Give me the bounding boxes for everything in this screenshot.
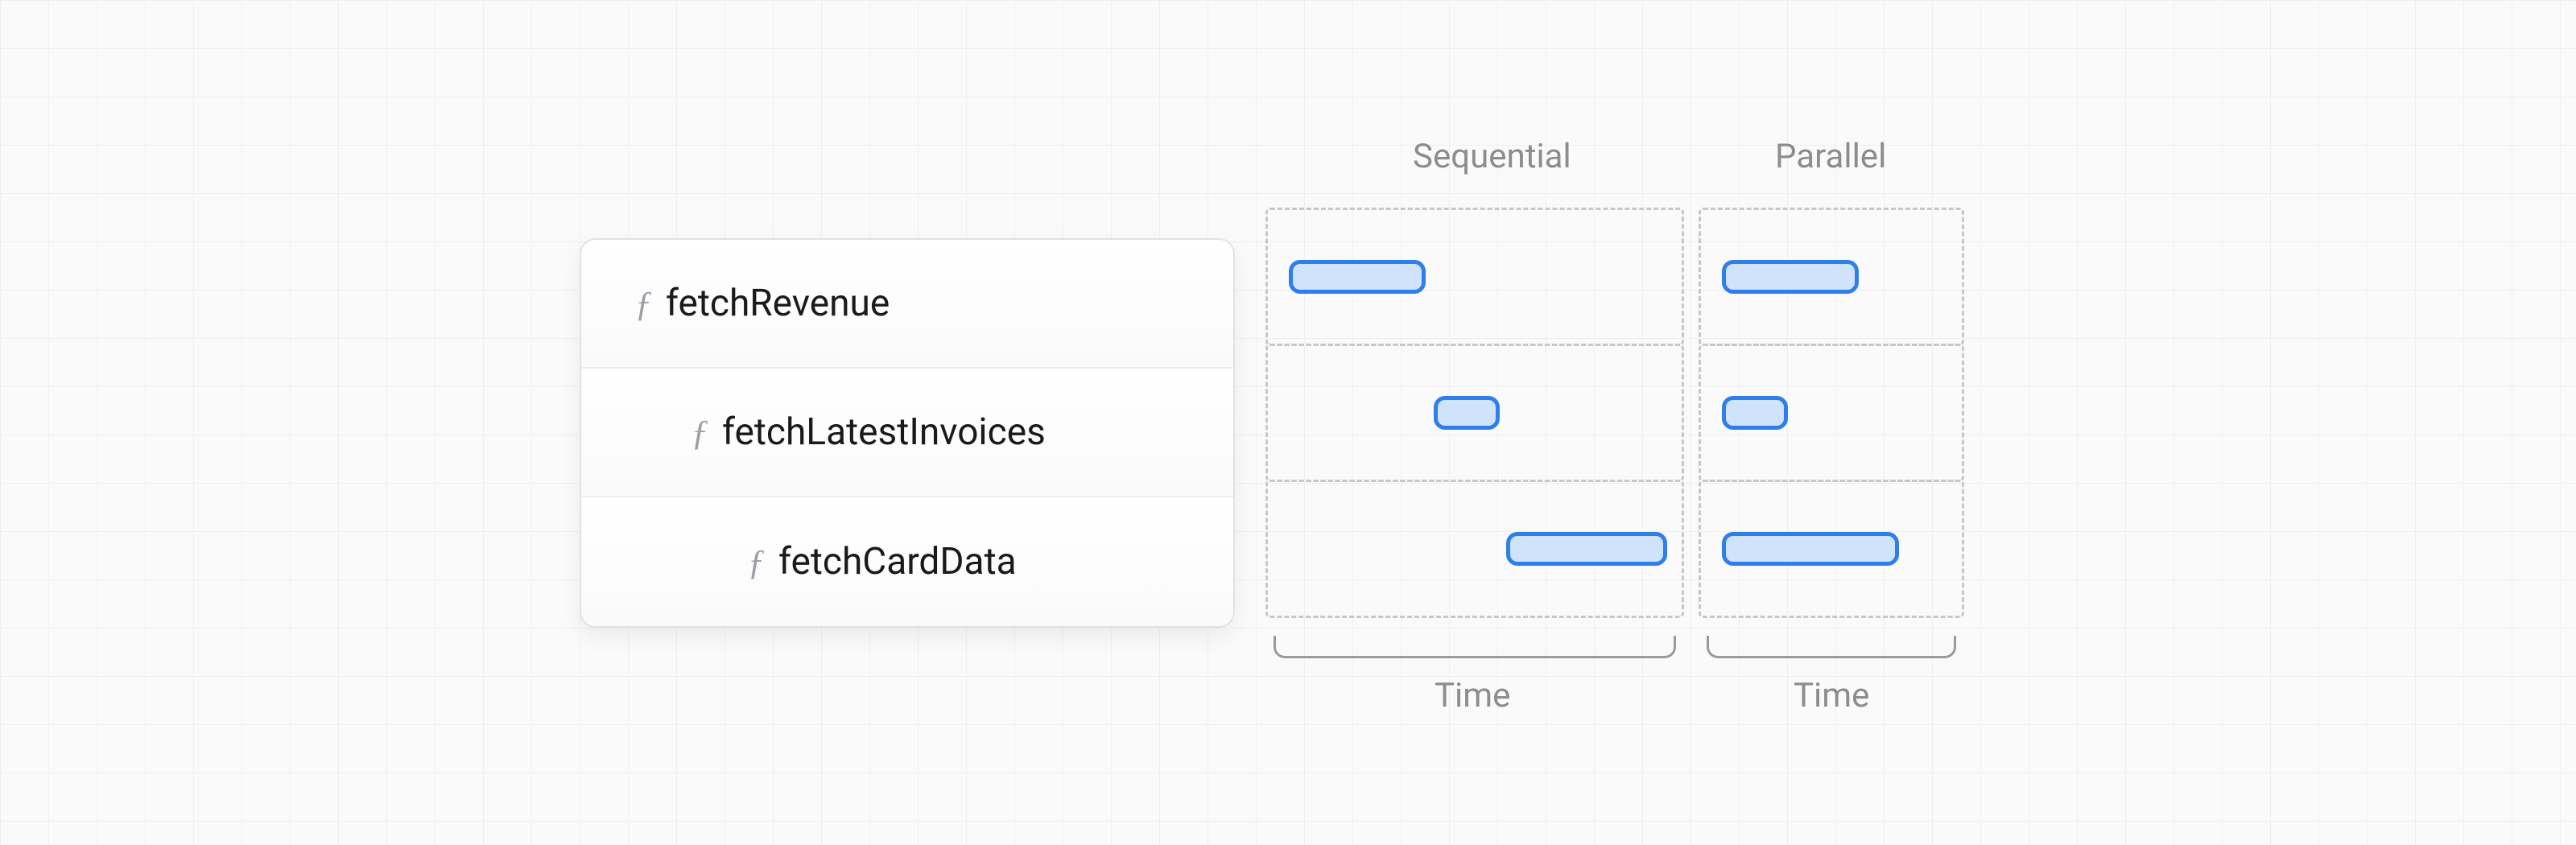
time-bracket bbox=[1274, 636, 1676, 658]
timeline-row bbox=[1699, 208, 1964, 346]
timeline-bar bbox=[1506, 532, 1667, 566]
timeline-row bbox=[1699, 344, 1964, 482]
timeline-bar bbox=[1289, 260, 1426, 294]
sequential-heading: Sequential bbox=[1413, 137, 1571, 176]
function-row: ƒ fetchCardData bbox=[581, 497, 1233, 626]
time-label: Time bbox=[1794, 676, 1869, 715]
function-list-panel: ƒ fetchRevenue ƒ fetchLatestInvoices ƒ f… bbox=[580, 238, 1235, 628]
timeline-bar bbox=[1722, 396, 1788, 430]
timeline-row bbox=[1265, 480, 1684, 618]
parallel-timeline bbox=[1699, 208, 1964, 616]
timeline-bar bbox=[1722, 260, 1859, 294]
function-icon: ƒ bbox=[621, 283, 666, 324]
function-icon: ƒ bbox=[734, 542, 778, 583]
sequential-timeline bbox=[1265, 208, 1684, 616]
timeline-row bbox=[1265, 344, 1684, 482]
function-row: ƒ fetchRevenue bbox=[581, 240, 1233, 369]
timeline-bar bbox=[1434, 396, 1500, 430]
parallel-heading: Parallel bbox=[1775, 137, 1886, 176]
time-label: Time bbox=[1435, 676, 1510, 715]
function-name: fetchRevenue bbox=[666, 282, 890, 325]
function-name: fetchLatestInvoices bbox=[722, 410, 1046, 454]
function-row: ƒ fetchLatestInvoices bbox=[581, 369, 1233, 497]
time-bracket bbox=[1707, 636, 1956, 658]
timeline-bar bbox=[1722, 532, 1899, 566]
timeline-row bbox=[1265, 208, 1684, 346]
function-icon: ƒ bbox=[678, 412, 722, 453]
timeline-row bbox=[1699, 480, 1964, 618]
function-name: fetchCardData bbox=[778, 540, 1017, 583]
